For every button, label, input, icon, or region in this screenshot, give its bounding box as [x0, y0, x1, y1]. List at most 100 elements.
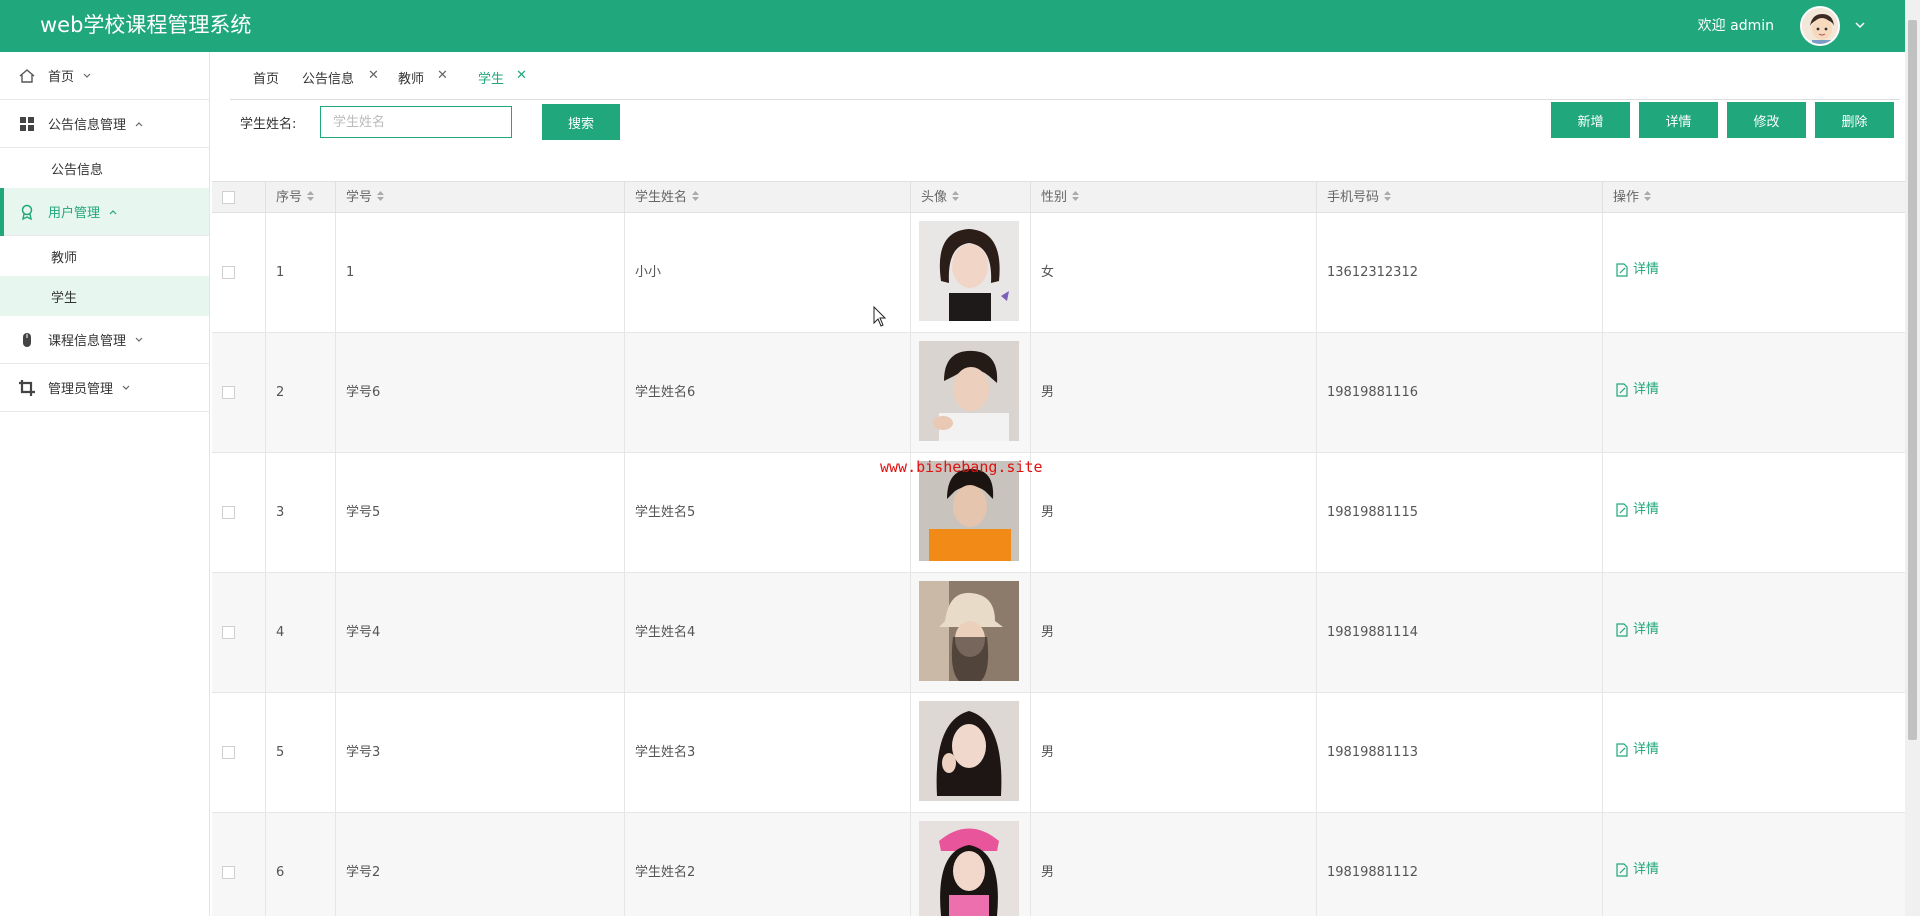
sort-icon[interactable] — [376, 190, 385, 202]
table-row[interactable]: 3 学号5 学生姓名5 男 19819881115 详情 — [212, 453, 1905, 573]
cell-index: 6 — [266, 813, 336, 916]
row-detail-link[interactable]: 详情 — [1615, 453, 1659, 567]
student-photo — [919, 701, 1019, 801]
sort-icon[interactable] — [1383, 190, 1392, 202]
sidebar-item-label: 学生 — [51, 290, 78, 306]
search-input[interactable] — [320, 106, 512, 138]
edit-doc-icon — [1616, 503, 1628, 517]
sidebar-subitem-teacher[interactable]: 教师 — [0, 236, 209, 276]
cell-index: 4 — [266, 573, 336, 693]
table-row[interactable]: 6 学号2 学生姓名2 男 19819881112 详情 — [212, 813, 1905, 916]
app-title: web学校课程管理系统 — [40, 13, 252, 37]
mouse-icon — [23, 332, 31, 347]
row-detail-link[interactable]: 详情 — [1615, 573, 1659, 687]
close-icon[interactable]: ✕ — [516, 68, 527, 84]
crop-icon — [19, 379, 35, 396]
edit-button[interactable]: 修改 — [1727, 102, 1806, 138]
sidebar-item-home[interactable]: 首页 — [0, 52, 209, 100]
row-detail-link[interactable]: 详情 — [1615, 333, 1659, 447]
student-photo — [919, 581, 1019, 681]
user-avatar[interactable] — [1800, 6, 1840, 46]
sidebar-item-notice-management[interactable]: 公告信息管理 — [0, 100, 209, 148]
chevron-down-icon — [83, 73, 91, 78]
cell-gender: 男 — [1031, 693, 1317, 813]
sidebar-item-course-management[interactable]: 课程信息管理 — [0, 316, 209, 364]
column-header-avatar[interactable]: 头像 — [911, 182, 1031, 214]
row-checkbox[interactable] — [222, 266, 235, 279]
cell-student-name: 学生姓名6 — [625, 333, 911, 453]
row-checkbox[interactable] — [222, 626, 235, 639]
chevron-down-icon[interactable] — [1853, 18, 1867, 32]
sidebar-subitem-notice[interactable]: 公告信息 — [0, 148, 209, 188]
edit-doc-icon — [1616, 863, 1628, 877]
delete-button[interactable]: 删除 — [1815, 102, 1894, 138]
cell-student-id: 学号5 — [336, 453, 625, 573]
row-checkbox[interactable] — [222, 746, 235, 759]
cell-student-id: 学号3 — [336, 693, 625, 813]
search-button[interactable]: 搜索 — [542, 104, 620, 140]
cell-index: 2 — [266, 333, 336, 453]
add-button[interactable]: 新增 — [1551, 102, 1630, 138]
chevron-up-icon — [109, 209, 117, 214]
sort-icon[interactable] — [1071, 190, 1080, 202]
column-header-student-name[interactable]: 学生姓名 — [625, 182, 911, 214]
row-checkbox[interactable] — [222, 386, 235, 399]
cell-gender: 男 — [1031, 333, 1317, 453]
student-table: 序号 学号 学生姓名 头像 性别 手机号码 操作 1 1 小小 女 136123… — [212, 181, 1905, 916]
watermark-text: www.bishebang.site — [880, 458, 1043, 476]
edit-doc-icon — [1616, 263, 1628, 277]
sort-icon[interactable] — [306, 190, 315, 202]
cell-phone: 19819881115 — [1317, 453, 1603, 573]
vertical-scrollbar[interactable] — [1905, 0, 1920, 916]
cell-student-name: 小小 — [625, 213, 911, 333]
table-row[interactable]: 4 学号4 学生姓名4 男 19819881114 详情 — [212, 573, 1905, 693]
sort-icon[interactable] — [691, 190, 700, 202]
sidebar-item-user-management[interactable]: 用户管理 — [0, 188, 209, 236]
cell-student-id: 学号6 — [336, 333, 625, 453]
cell-student-id: 1 — [336, 213, 625, 333]
close-icon[interactable]: ✕ — [368, 68, 379, 84]
cell-index: 3 — [266, 453, 336, 573]
grid-icon — [20, 116, 34, 131]
sort-icon[interactable] — [1643, 190, 1652, 202]
cell-phone: 19819881112 — [1317, 813, 1603, 916]
column-header-actions[interactable]: 操作 — [1603, 182, 1905, 214]
table-row[interactable]: 2 学号6 学生姓名6 男 19819881116 详情 — [212, 333, 1905, 453]
detail-button[interactable]: 详情 — [1639, 102, 1718, 138]
search-label: 学生姓名: — [240, 117, 297, 132]
sidebar-item-admin-management[interactable]: 管理员管理 — [0, 364, 209, 412]
cell-index: 5 — [266, 693, 336, 813]
table-row[interactable]: 1 1 小小 女 13612312312 详情 — [212, 213, 1905, 333]
sort-icon[interactable] — [951, 190, 960, 202]
row-detail-link[interactable]: 详情 — [1615, 813, 1659, 916]
close-icon[interactable]: ✕ — [437, 68, 448, 84]
cell-student-name: 学生姓名3 — [625, 693, 911, 813]
column-header-index[interactable]: 序号 — [266, 182, 336, 214]
tab-home[interactable]: 首页 — [253, 70, 279, 90]
column-header-student-id[interactable]: 学号 — [336, 182, 625, 214]
sidebar-item-label: 管理员管理 — [48, 382, 114, 397]
sidebar-item-label: 课程信息管理 — [48, 334, 127, 349]
cell-student-id: 学号4 — [336, 573, 625, 693]
tab-notice[interactable]: 公告信息 — [302, 70, 354, 90]
sidebar-item-label: 公告信息管理 — [48, 118, 127, 133]
mouse-cursor-icon — [873, 306, 887, 327]
row-checkbox[interactable] — [222, 866, 235, 879]
sidebar-item-label: 公告信息 — [51, 162, 104, 178]
row-detail-link[interactable]: 详情 — [1615, 693, 1659, 807]
edit-doc-icon — [1616, 383, 1628, 397]
sidebar-subitem-student[interactable]: 学生 — [0, 276, 209, 316]
table-row[interactable]: 5 学号3 学生姓名3 男 19819881113 详情 — [212, 693, 1905, 813]
tab-teacher[interactable]: 教师 — [398, 70, 424, 90]
tab-student[interactable]: 学生 — [478, 70, 504, 90]
sidebar-item-label: 用户管理 — [48, 206, 101, 221]
column-header-gender[interactable]: 性别 — [1031, 182, 1317, 214]
cell-phone: 19819881114 — [1317, 573, 1603, 693]
column-header-phone[interactable]: 手机号码 — [1317, 182, 1603, 214]
select-all-checkbox[interactable] — [222, 191, 235, 204]
scrollbar-thumb[interactable] — [1908, 20, 1917, 740]
row-detail-link[interactable]: 详情 — [1615, 213, 1659, 327]
cell-student-name: 学生姓名2 — [625, 813, 911, 916]
welcome-text: 欢迎 admin — [1697, 18, 1774, 34]
row-checkbox[interactable] — [222, 506, 235, 519]
